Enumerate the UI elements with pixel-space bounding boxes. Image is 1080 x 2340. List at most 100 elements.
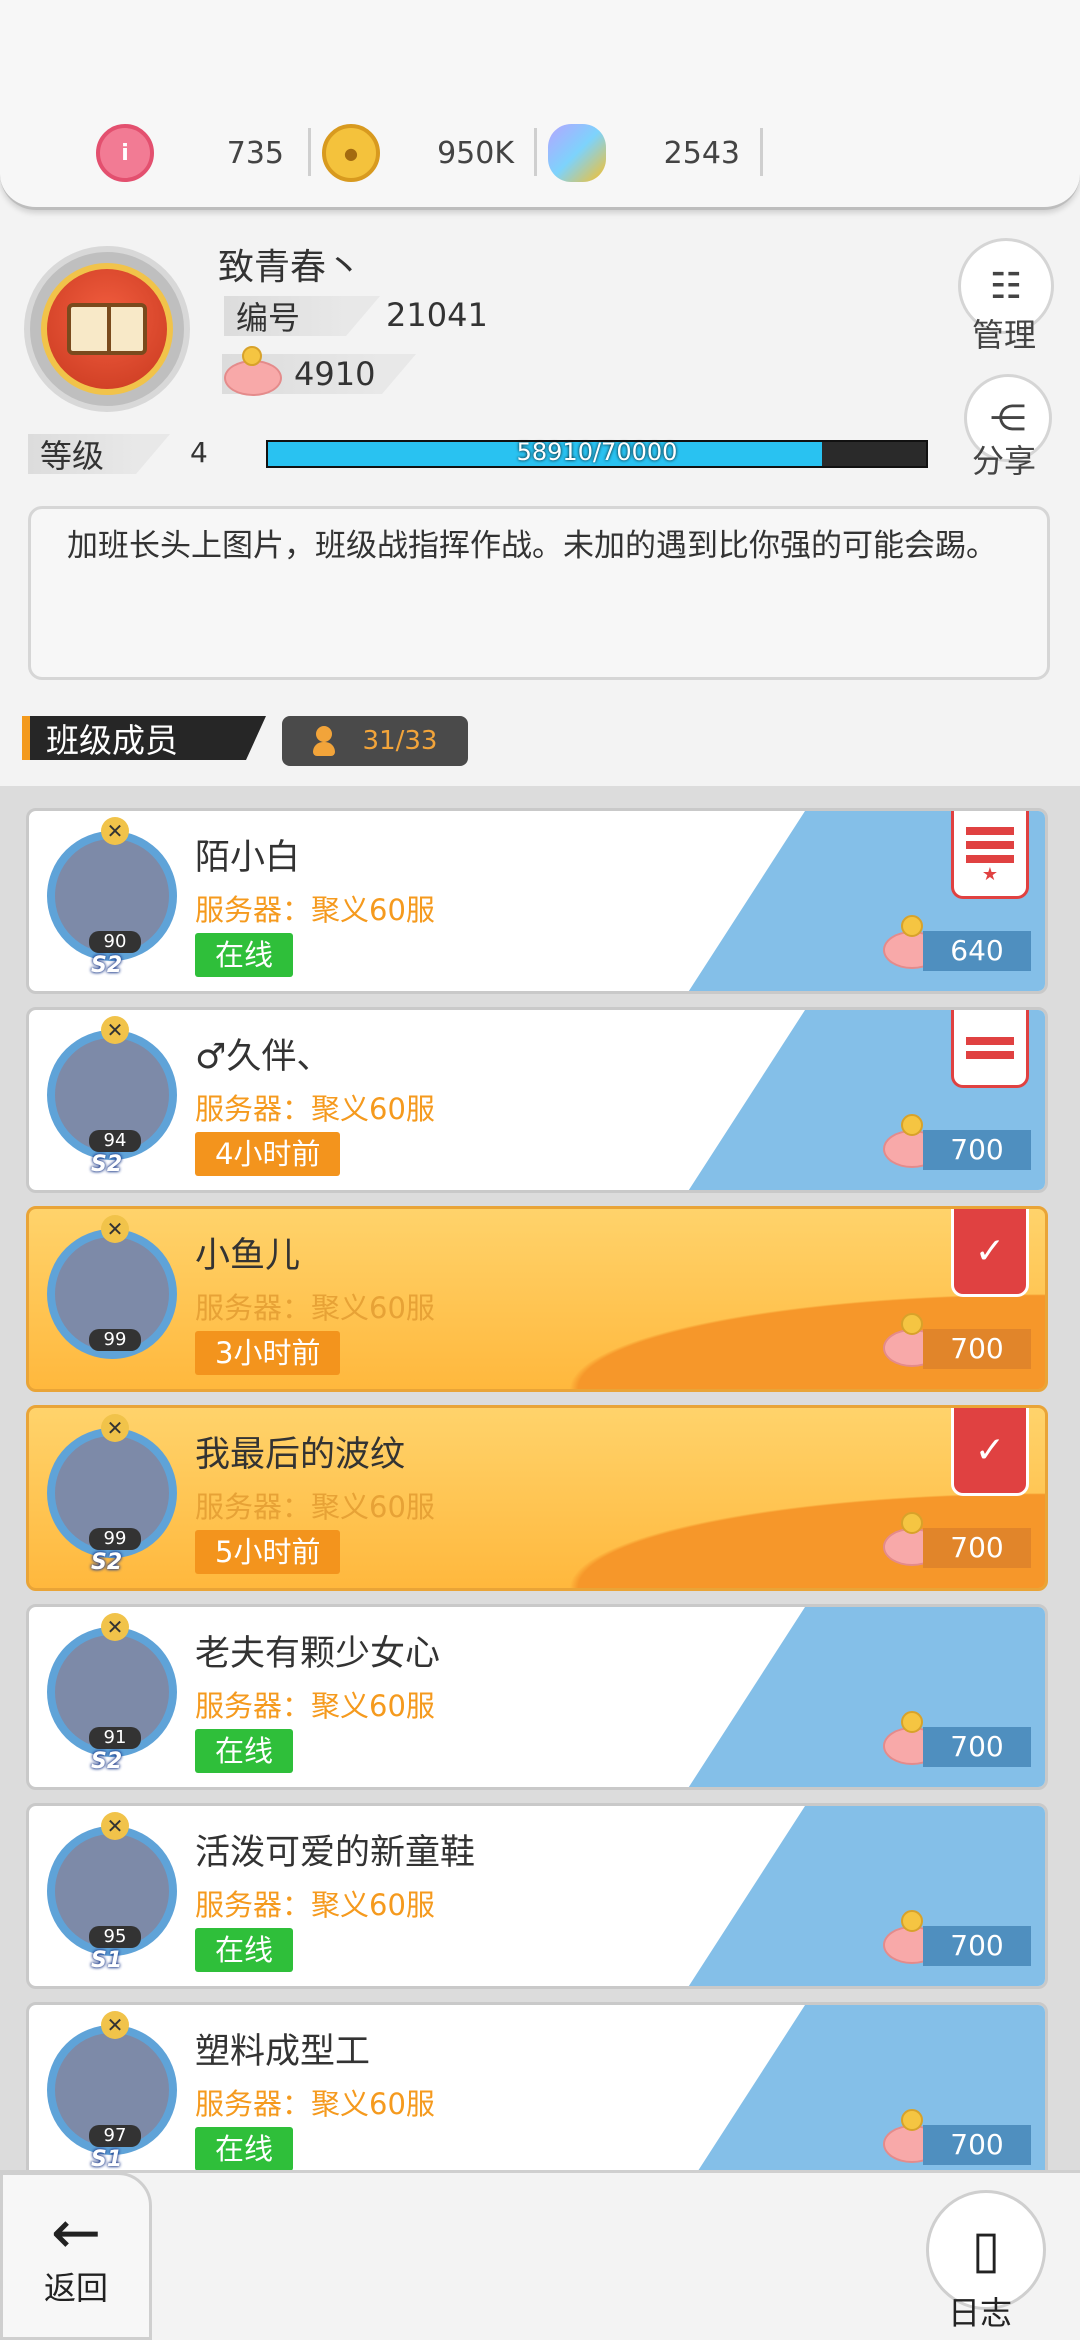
member-status: 在线 [195,2127,294,2170]
member-name: 陌小白 [195,838,301,878]
member-card[interactable]: ✕ 90 S2 陌小白服务器：聚义60服在线 ★ 640 [26,808,1048,994]
vice-monitor-rank-icon [951,1010,1029,1088]
avatar[interactable]: ✕ 90 S2 [39,817,185,983]
exp-progress-bar: 58910/70000 [266,438,928,468]
resource-value: 2543 [663,136,740,171]
bottom-bar [0,2170,1080,2340]
member-name: 老夫有颗少女心 [195,1634,441,1674]
member-card[interactable]: ✕ 99 小鱼儿服务器：聚义60服 3小时前 ✓ 700 [26,1206,1048,1392]
divider [534,128,537,176]
avatar-level: 99 [89,1528,141,1550]
level-value: 4 [190,436,208,469]
member-server: 服务器：聚义60服 [195,1092,435,1126]
member-status: 5小时前 [195,1530,341,1574]
member-score: 640 [923,931,1031,971]
member-name: 塑料成型工 [195,2032,371,2072]
level-label: 等级 [28,434,170,475]
season-badge: S2 [91,1152,123,1177]
member-name: ♂久伴、 [195,1037,332,1077]
divider [760,128,763,176]
member-server: 服务器：聚义60服 [195,1490,435,1524]
resource-value: 735 [226,136,284,171]
crystal-pacifier-icon [548,124,606,182]
badge-icon: ✕ [101,1613,129,1641]
member-name: 我最后的波纹 [195,1435,406,1475]
member-card[interactable]: ✕ 99 S2 我最后的波纹服务器：聚义60服 5小时前 ✓ 700 [26,1405,1048,1591]
book-log-icon: ▯ [971,2220,1001,2280]
avatar[interactable]: ✕ 99 [39,1215,185,1381]
avatar[interactable]: ✕ 94 S2 [39,1016,185,1182]
avatar-level: 91 [89,1727,141,1749]
resource-crystal: 2543 [548,122,763,184]
back-label: 返回 [43,2269,108,2307]
season-badge: S2 [91,953,123,978]
avatar-level: 99 [89,1329,141,1351]
member-list[interactable]: ✕ 90 S2 陌小白 服务器：聚义60服 在线 ★ 640 ✕ 94 S2 ♂久伴、 服务器：聚义60… [0,786,1080,2170]
member-card[interactable]: ✕ 97 S1 塑料成型工服务器：聚义60服在线 700 [26,2002,1048,2170]
badge-icon: ✕ [101,1215,129,1243]
class-notice: 加班长头上图片，班级战指挥作战。未加的遇到比你强的可能会踢。 [28,506,1050,680]
member-card[interactable]: ✕ 95 S1 活泼可爱的新童鞋 服务器：聚义60服 在线 700 [26,1803,1048,1989]
member-status: 3小时前 [195,1331,341,1375]
divider [308,128,311,176]
badge-icon: ✕ [101,1812,129,1840]
piggy-bank-icon [220,346,284,402]
badge-icon: ✕ [101,817,129,845]
avatar[interactable]: ✕ 99 S2 [39,1414,185,1580]
member-status: 在线 [195,1729,294,1773]
member-score: 700 [923,1329,1031,1369]
book-icon [67,303,147,355]
member-name: 小鱼儿 [195,1236,301,1276]
share-label: 分享 [972,442,1037,480]
resource-gold: ● 950K [322,122,537,184]
member-count-text: 31/33 [362,726,438,756]
elite-rank-icon: ✓ [951,1209,1029,1297]
season-badge: S2 [91,1550,123,1575]
member-score: 700 [923,1528,1031,1568]
member-score: 700 [923,1727,1031,1767]
member-server: 服务器：聚义60服 [195,1689,435,1723]
member-name: 活泼可爱的新童鞋 [195,1833,476,1873]
id-value: 21041 [386,296,488,334]
avatar[interactable]: ✕ 91 S2 [39,1613,185,1779]
piggy-value: 4910 [294,355,376,393]
avatar-level: 94 [89,1130,141,1152]
log-label: 日志 [948,2294,1013,2332]
class-name: 致青春丶 [218,247,363,288]
member-status: 在线 [195,933,294,977]
member-server: 服务器：聚义60服 [195,2087,435,2121]
member-score: 700 [923,2125,1031,2165]
avatar-level: 95 [89,1926,141,1948]
member-status: 4小时前 [195,1132,341,1176]
badge-icon: ✕ [101,2011,129,2039]
id-label: 编号 [224,296,380,337]
avatar-level: 97 [89,2125,141,2147]
badge-icon: ✕ [101,1016,129,1044]
member-status: 在线 [195,1928,294,1972]
resource-ruby: i 735 [96,122,311,184]
monitor-rank-icon: ★ [951,811,1029,899]
season-badge: S1 [91,1948,123,1973]
manage-label: 管理 [972,316,1037,354]
avatar[interactable]: ✕ 97 S1 [39,2011,185,2170]
class-emblem [24,246,190,412]
member-server: 服务器：聚义60服 [195,1888,435,1922]
season-badge: S2 [91,1749,123,1774]
badge-icon: ✕ [101,1414,129,1442]
member-score: 700 [923,1130,1031,1170]
season-badge: S1 [91,2147,123,2170]
member-server: 服务器：聚义60服 [195,893,435,927]
member-card[interactable]: ✕ 91 S2 老夫有颗少女心服务器：聚义60服在线 700 [26,1604,1048,1790]
back-button[interactable]: ← 返回 [0,2172,152,2340]
manage-icon: ☷ [989,265,1023,307]
member-server: 服务器：聚义60服 [195,1291,435,1325]
gold-coin-icon: ● [322,124,380,182]
exp-text: 58910/70000 [516,438,678,466]
member-card[interactable]: ✕ 94 S2 ♂久伴、服务器：聚义60服 4小时前 700 [26,1007,1048,1193]
avatar-level: 90 [89,931,141,953]
member-count: 31/33 [282,716,468,766]
avatar[interactable]: ✕ 95 S1 [39,1812,185,1978]
elite-rank-icon: ✓ [951,1408,1029,1496]
members-title: 班级成员 [22,716,266,760]
person-icon [312,726,335,756]
